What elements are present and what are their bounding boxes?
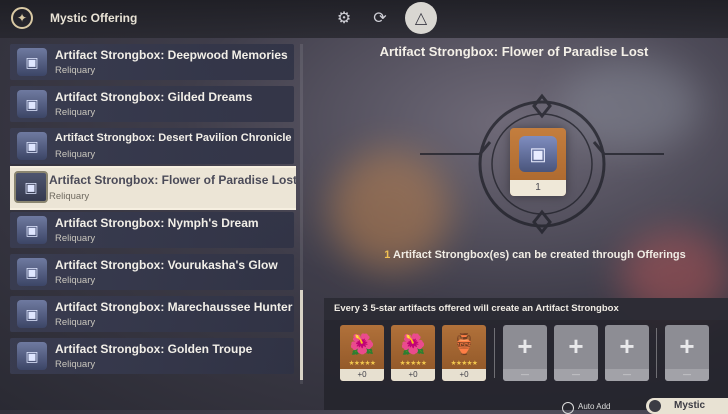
- list-item-vourukashas-glow[interactable]: ▣ Artifact Strongbox: Vourukasha's Glow …: [10, 254, 294, 290]
- item-category: Reliquary: [55, 359, 96, 370]
- tab-gear-cycle[interactable]: ⚙: [330, 4, 358, 32]
- offering-slot-2[interactable]: 🌺 ★★★★★ +0: [391, 325, 435, 381]
- list-scrollbar-thumb[interactable]: [300, 290, 303, 380]
- slot-placeholder: —: [554, 369, 598, 381]
- creatable-text: Artifact Strongbox(es) can be created th…: [390, 249, 686, 261]
- plus-icon: +: [679, 331, 695, 361]
- list-item-gilded-dreams[interactable]: ▣ Artifact Strongbox: Gilded Dreams Reli…: [10, 86, 294, 122]
- item-category: Reliquary: [55, 65, 96, 76]
- slot-divider: [494, 328, 495, 378]
- plus-icon: +: [568, 331, 584, 361]
- tab-refresh-cycle[interactable]: ⟳: [366, 4, 394, 32]
- offering-slot-7-empty[interactable]: + —: [665, 325, 709, 381]
- strongbox-icon: ▣: [14, 171, 48, 203]
- list-item-nymphs-dream[interactable]: ▣ Artifact Strongbox: Nymph's Dream Reli…: [10, 212, 294, 248]
- slot-divider: [656, 328, 657, 378]
- confirm-offering-button[interactable]: Mystic: [646, 398, 728, 414]
- confirm-label: Mystic: [674, 400, 706, 411]
- item-category: Reliquary: [55, 275, 96, 286]
- top-bar: ✦ Mystic Offering ⚙ ⟳ △: [0, 0, 728, 38]
- plus-icon: +: [619, 331, 635, 361]
- slot-placeholder: —: [605, 369, 649, 381]
- slot-placeholder: —: [503, 369, 547, 381]
- list-item-marechaussee-hunter[interactable]: ▣ Artifact Strongbox: Marechaussee Hunte…: [10, 296, 294, 332]
- strongbox-icon: ▣: [17, 132, 47, 160]
- list-item-golden-troupe[interactable]: ▣ Artifact Strongbox: Golden Troupe Reli…: [10, 338, 294, 374]
- strongbox-icon: ▣: [17, 90, 47, 118]
- gear-cycle-icon: ⚙: [336, 10, 352, 27]
- artifact-level: +0: [442, 369, 486, 381]
- offering-slot-4-empty[interactable]: + —: [503, 325, 547, 381]
- strongbox-icon: ▣: [519, 136, 557, 172]
- offering-slot-1[interactable]: 🌺 ★★★★★ +0: [340, 325, 384, 381]
- result-count: 1: [510, 180, 566, 196]
- offering-rule-text: Every 3 5-star artifacts offered will cr…: [334, 303, 619, 314]
- strongbox-icon: ▣: [17, 258, 47, 286]
- rarity-stars: ★★★★★: [450, 360, 478, 367]
- item-category: Reliquary: [55, 107, 96, 118]
- strongbox-list: ▣ Artifact Strongbox: Deepwood Memories …: [10, 44, 296, 384]
- item-category: Reliquary: [55, 317, 96, 328]
- strongbox-icon: ▣: [17, 216, 47, 244]
- strongbox-result-card: ▣ 1: [510, 128, 566, 196]
- item-name: Artifact Strongbox: Golden Troupe: [55, 342, 253, 356]
- strongbox-icon: ▣: [17, 342, 47, 370]
- artifact-level: +0: [391, 369, 435, 381]
- creatable-info: 1 Artifact Strongbox(es) can be created …: [300, 249, 728, 261]
- artifact-level: +0: [340, 369, 384, 381]
- rarity-stars: ★★★★★: [348, 360, 376, 367]
- plus-icon: +: [517, 331, 533, 361]
- auto-add-button[interactable]: Auto Add: [562, 400, 642, 414]
- item-name: Artifact Strongbox: Nymph's Dream: [55, 216, 259, 230]
- list-item-deepwood-memories[interactable]: ▣ Artifact Strongbox: Deepwood Memories …: [10, 44, 294, 80]
- item-category: Reliquary: [55, 149, 96, 160]
- refresh-cycle-icon: ⟳: [373, 10, 387, 27]
- item-name: Artifact Strongbox: Deepwood Memories: [55, 48, 288, 62]
- mystic-offering-icon: ✦: [11, 7, 33, 29]
- tab-triangle-cycle[interactable]: △: [405, 2, 437, 34]
- auto-add-icon: [562, 402, 574, 414]
- item-name: Artifact Strongbox: Desert Pavilion Chro…: [55, 132, 292, 144]
- offering-slot-6-empty[interactable]: + —: [605, 325, 649, 381]
- page-title: Mystic Offering: [50, 11, 138, 25]
- confirm-icon: [649, 400, 661, 412]
- offering-panel-header: Every 3 5-star artifacts offered will cr…: [324, 298, 728, 320]
- triangle-cycle-icon: △: [414, 10, 428, 27]
- flower-artifact-icon: 🌺: [400, 333, 426, 356]
- offering-slot-3[interactable]: 🏺 ★★★★★ +0: [442, 325, 486, 381]
- item-category: Reliquary: [55, 233, 96, 244]
- strongbox-icon: ▣: [17, 48, 47, 76]
- flower-artifact-icon: 🌺: [349, 333, 375, 356]
- slot-placeholder: —: [665, 369, 709, 381]
- goblet-artifact-icon: 🏺: [451, 333, 477, 356]
- offering-slot-5-empty[interactable]: + —: [554, 325, 598, 381]
- rarity-stars: ★★★★★: [399, 360, 427, 367]
- item-name: Artifact Strongbox: Gilded Dreams: [55, 90, 253, 104]
- strongbox-icon: ▣: [17, 300, 47, 328]
- item-name: Artifact Strongbox: Marechaussee Hunter: [55, 300, 293, 314]
- item-name: Artifact Strongbox: Vourukasha's Glow: [55, 258, 278, 272]
- item-name: Artifact Strongbox: Flower of Paradise L…: [49, 173, 296, 187]
- item-category: Reliquary: [49, 191, 90, 202]
- list-item-flower-of-paradise-lost[interactable]: ▣ Artifact Strongbox: Flower of Paradise…: [10, 168, 296, 208]
- list-item-desert-pavilion-chronicle[interactable]: ▣ Artifact Strongbox: Desert Pavilion Ch…: [10, 128, 294, 164]
- detail-title: Artifact Strongbox: Flower of Paradise L…: [379, 44, 649, 59]
